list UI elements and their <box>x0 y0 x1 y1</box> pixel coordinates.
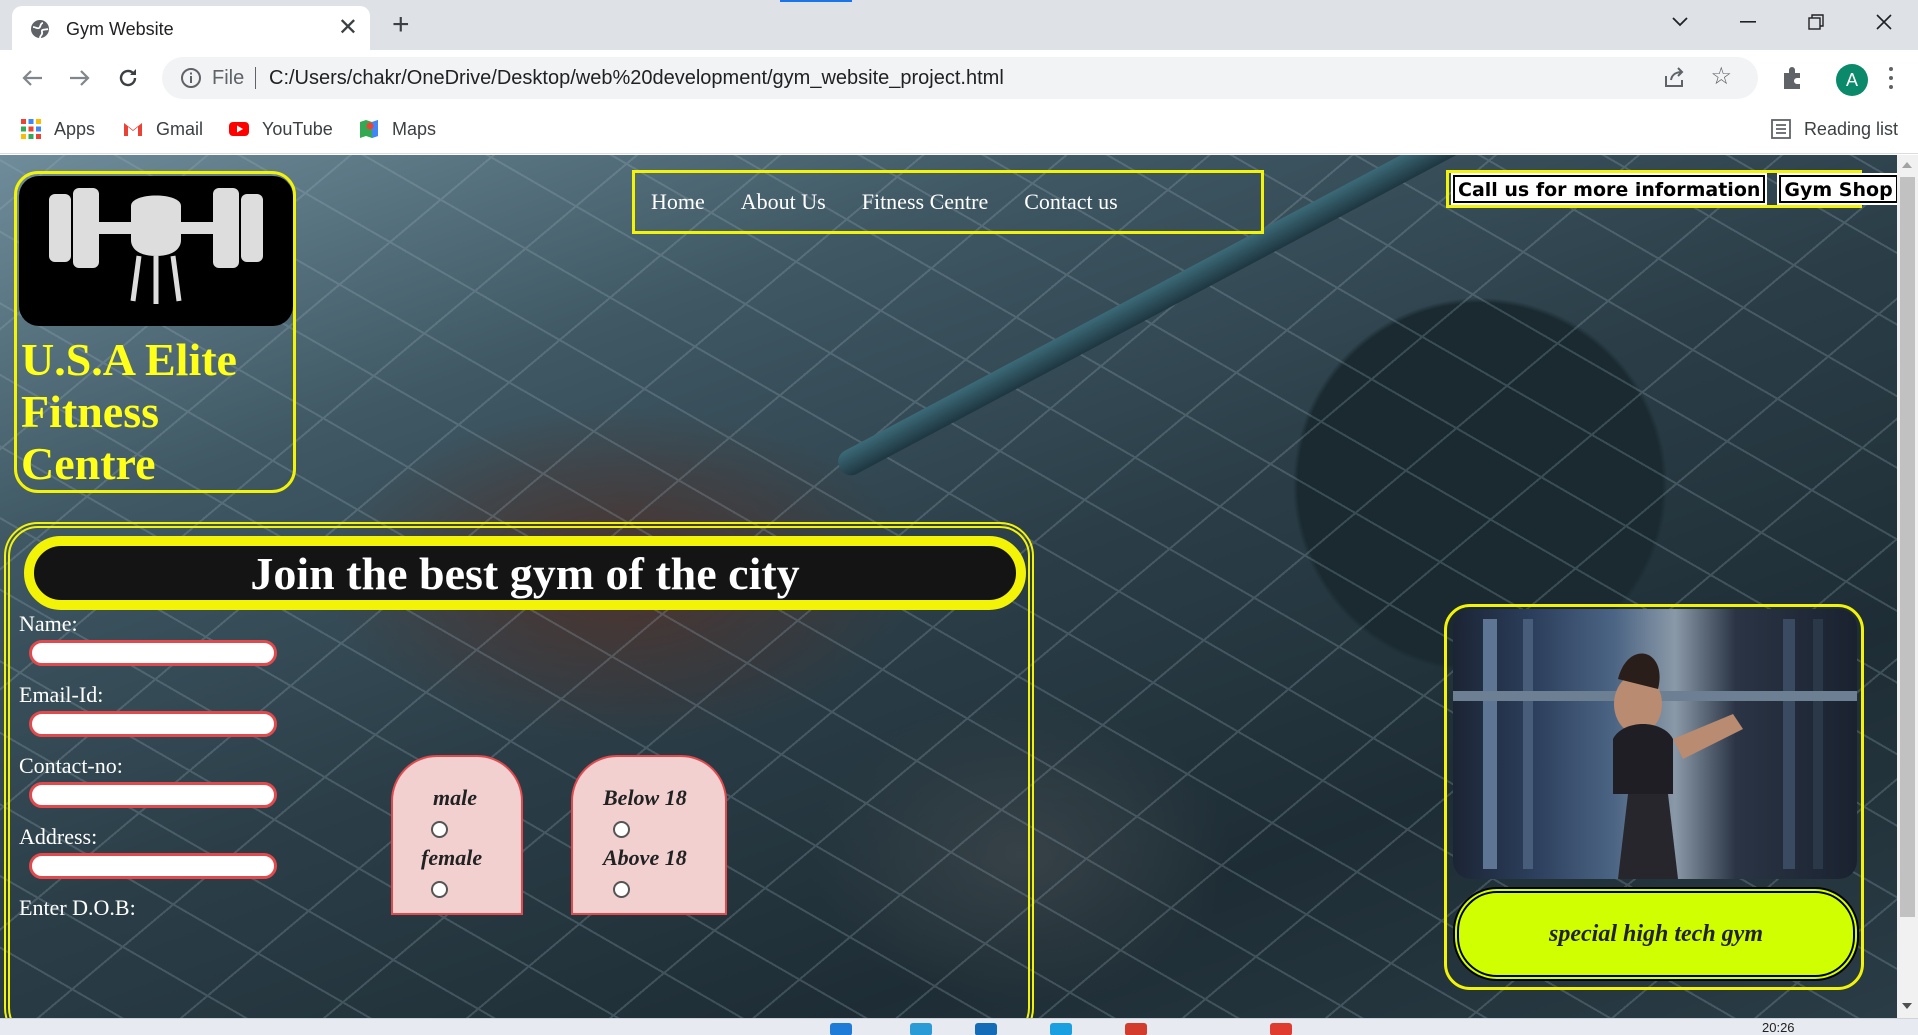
age-above-label: Above 18 <box>603 845 687 870</box>
scroll-up-icon[interactable] <box>1902 162 1912 168</box>
gender-male-radio[interactable] <box>431 821 448 838</box>
tab-indicator <box>780 0 852 2</box>
page-viewport: U.S.A Elite Fitness Centre Home About Us… <box>0 155 1897 1018</box>
name-input[interactable] <box>29 640 277 666</box>
join-banner: Join the best gym of the city <box>24 536 1026 610</box>
bookmark-maps[interactable]: Maps <box>358 116 436 142</box>
reload-icon[interactable] <box>112 62 144 94</box>
taskbar-app-icon[interactable] <box>1125 1023 1147 1035</box>
join-banner-text: Join the best gym of the city <box>250 547 800 599</box>
bookmarks-bar: Apps Gmail YouTube Maps Reading list <box>0 106 1918 154</box>
info-icon[interactable] <box>180 67 202 89</box>
contact-label: Contact-no: <box>19 753 123 778</box>
browser-toolbar: File C:/Users/chakr/OneDrive/Desktop/web… <box>0 50 1918 106</box>
feature-card: special high tech gym <box>1444 604 1864 990</box>
taskbar-app-icon[interactable] <box>910 1023 932 1035</box>
maps-icon <box>360 120 378 138</box>
back-arrow-icon[interactable] <box>16 62 48 94</box>
minimize-icon[interactable] <box>1714 0 1782 44</box>
bookmark-youtube[interactable]: YouTube <box>228 116 333 142</box>
reading-list-icon <box>1771 119 1791 139</box>
apps-grid-icon <box>21 119 41 139</box>
address-bar[interactable]: File C:/Users/chakr/OneDrive/Desktop/web… <box>162 57 1758 99</box>
nav-home[interactable]: Home <box>651 189 705 215</box>
browser-menu-icon[interactable] <box>1885 64 1897 92</box>
gender-female-radio[interactable] <box>431 881 448 898</box>
gender-female-label: female <box>421 845 483 870</box>
email-label: Email-Id: <box>19 682 104 707</box>
gym-name-heading: U.S.A Elite Fitness Centre <box>21 334 237 489</box>
dob-label: Enter D.O.B: <box>19 895 136 920</box>
taskbar-app-icon[interactable] <box>830 1023 852 1035</box>
gym-shop-button[interactable]: Gym Shop <box>1777 173 1897 205</box>
close-tab-icon[interactable]: ✕ <box>338 15 358 41</box>
gender-options: male female <box>391 755 523 915</box>
bookmark-label: Gmail <box>156 118 204 139</box>
taskbar-app-icon[interactable] <box>1050 1023 1072 1035</box>
os-taskbar: 20:26 <box>0 1018 1918 1035</box>
cta-bar: Call us for more information Gym Shop <box>1446 170 1897 208</box>
profile-avatar[interactable]: A <box>1836 64 1868 96</box>
bookmark-apps[interactable]: Apps <box>20 116 95 142</box>
age-above-radio[interactable] <box>613 881 630 898</box>
age-options: Below 18 Above 18 <box>571 755 727 915</box>
main-navigation: Home About Us Fitness Centre Contact us <box>632 170 1264 234</box>
extensions-puzzle-icon[interactable] <box>1778 64 1806 92</box>
gym-photo <box>1453 609 1857 879</box>
tab-title: Gym Website <box>66 19 174 39</box>
bookmark-gmail[interactable]: Gmail <box>122 116 203 142</box>
forward-arrow-icon[interactable] <box>64 62 96 94</box>
bookmark-label: YouTube <box>262 118 333 139</box>
url-text[interactable]: C:/Users/chakr/OneDrive/Desktop/web%20de… <box>269 67 1004 90</box>
bookmark-label: Maps <box>392 118 437 139</box>
address-input[interactable] <box>29 853 277 879</box>
gym-logo <box>19 176 293 326</box>
window-controls <box>1646 0 1918 44</box>
share-icon[interactable] <box>1662 66 1686 90</box>
dumbbell-fist-icon <box>49 188 263 304</box>
call-info-button[interactable]: Call us for more information <box>1450 173 1768 205</box>
nav-about-us[interactable]: About Us <box>741 189 826 215</box>
bookmark-star-icon[interactable]: ☆ <box>1710 64 1732 90</box>
tab-strip: Gym Website ✕ + <box>0 0 1918 50</box>
reading-list-label: Reading list <box>1803 118 1898 139</box>
reading-list[interactable]: Reading list <box>1770 116 1898 142</box>
high-tech-gym-label: special high tech gym <box>1549 920 1763 947</box>
age-below-label: Below 18 <box>603 785 687 810</box>
taskbar-app-icon[interactable] <box>975 1023 997 1035</box>
join-form-panel: Join the best gym of the city Name: Emai… <box>4 522 1034 1018</box>
nav-contact-us[interactable]: Contact us <box>1024 189 1118 215</box>
tab-search-icon[interactable] <box>1646 0 1714 44</box>
browser-tab[interactable]: Gym Website ✕ <box>12 6 370 50</box>
athlete-photo-graphic <box>1453 619 1857 879</box>
age-below-radio[interactable] <box>613 821 630 838</box>
contact-input[interactable] <box>29 782 277 808</box>
email-input[interactable] <box>29 711 277 737</box>
bookmark-label: Apps <box>54 118 96 139</box>
name-label: Name: <box>19 611 78 636</box>
restore-icon[interactable] <box>1782 0 1850 44</box>
logo-card: U.S.A Elite Fitness Centre <box>14 171 296 493</box>
scroll-thumb[interactable] <box>1900 177 1915 917</box>
high-tech-gym-button[interactable]: special high tech gym <box>1453 887 1859 981</box>
address-label: Address: <box>19 824 98 849</box>
url-separator <box>255 67 256 89</box>
globe-icon <box>31 20 49 39</box>
new-tab-button[interactable]: + <box>392 8 410 42</box>
page-scrollbar[interactable] <box>1897 155 1918 1018</box>
close-window-icon[interactable] <box>1850 0 1918 44</box>
taskbar-app-icon[interactable] <box>1270 1023 1292 1035</box>
nav-fitness-centre[interactable]: Fitness Centre <box>862 189 989 215</box>
gender-male-label: male <box>433 785 477 810</box>
scroll-down-icon[interactable] <box>1902 1003 1912 1009</box>
gmail-icon <box>124 123 142 136</box>
url-scheme: File <box>212 67 245 89</box>
youtube-icon <box>229 122 249 136</box>
taskbar-clock: 20:26 <box>1762 1020 1795 1035</box>
